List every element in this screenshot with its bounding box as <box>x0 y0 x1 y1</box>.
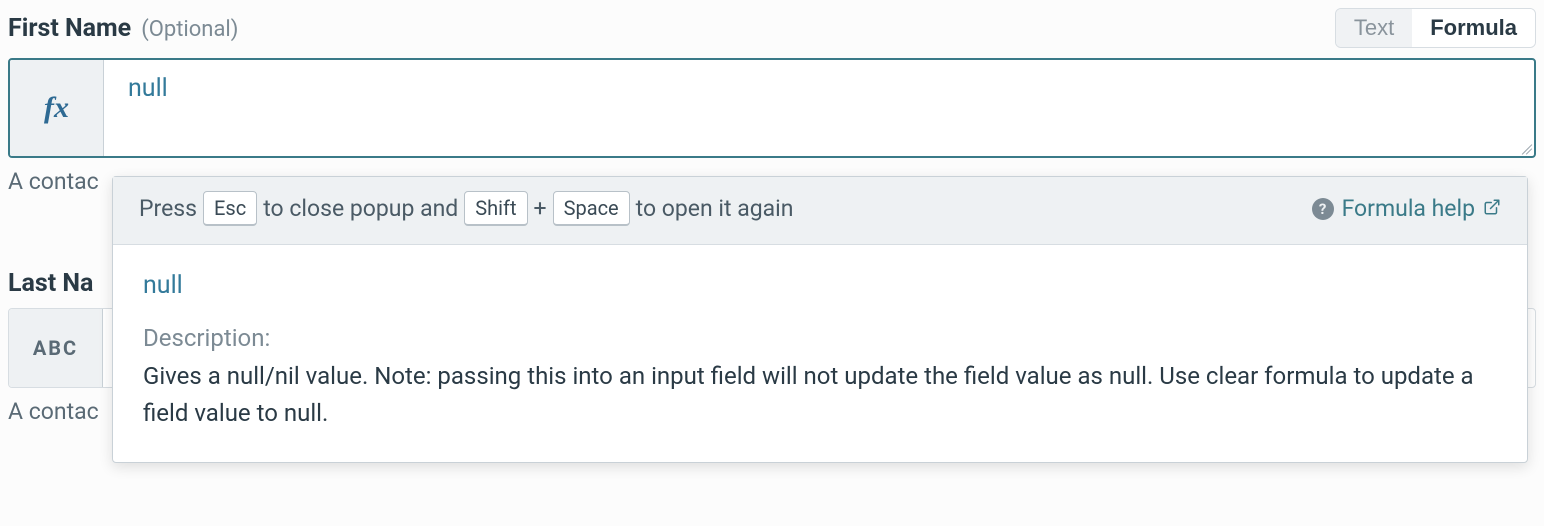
popup-header: Press Esc to close popup and Shift + Spa… <box>113 177 1527 245</box>
help-icon: ? <box>1312 198 1334 220</box>
formula-help-label: Formula help <box>1342 195 1475 222</box>
formula-popup: Press Esc to close popup and Shift + Spa… <box>112 176 1528 463</box>
space-key: Space <box>553 191 630 226</box>
resize-handle-icon[interactable] <box>1518 140 1532 154</box>
formula-input-row: fx null <box>8 58 1536 158</box>
shift-key: Shift <box>464 191 527 226</box>
hint-text: to open it again <box>636 195 794 222</box>
plus-text: + <box>534 195 547 222</box>
external-link-icon <box>1483 195 1501 222</box>
field-label-wrap: First Name (Optional) <box>8 14 238 43</box>
popup-body: null Description: Gives a null/nil value… <box>113 245 1527 462</box>
field-label: Last Na <box>8 269 93 298</box>
popup-keyword: null <box>143 271 1497 300</box>
hint-text: to close popup and <box>263 195 458 222</box>
field-label: First Name <box>8 14 131 43</box>
mode-toggle: Text Formula <box>1335 8 1536 48</box>
field-optional: (Optional) <box>141 17 238 42</box>
abc-icon: ABC <box>33 336 78 360</box>
formula-input-area[interactable]: null <box>104 60 1534 156</box>
mode-text-button[interactable]: Text <box>1336 9 1412 47</box>
formula-help-link[interactable]: ? Formula help <box>1312 195 1501 222</box>
popup-description-text: Gives a null/nil value. Note: passing th… <box>143 358 1497 432</box>
popup-description-label: Description: <box>143 324 1497 352</box>
fx-icon: fx <box>44 91 69 125</box>
esc-key: Esc <box>203 191 257 226</box>
popup-hint: Press Esc to close popup and Shift + Spa… <box>139 191 793 226</box>
field-header: First Name (Optional) Text Formula <box>8 8 1536 48</box>
mode-formula-button[interactable]: Formula <box>1412 9 1535 47</box>
field-label-wrap: Last Na <box>8 269 93 298</box>
formula-input[interactable]: null <box>128 74 1510 103</box>
hint-text: Press <box>139 195 197 222</box>
text-prefix: ABC <box>9 309 103 387</box>
first-name-field: First Name (Optional) Text Formula fx nu… <box>8 8 1536 195</box>
formula-prefix: fx <box>10 60 104 156</box>
